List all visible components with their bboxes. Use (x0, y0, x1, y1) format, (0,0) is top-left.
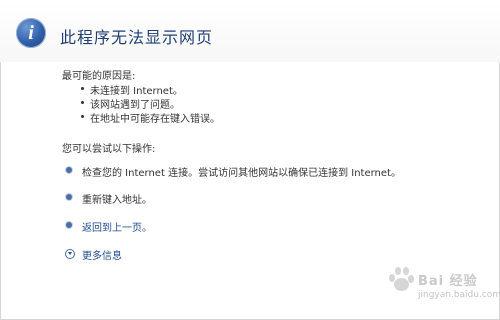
bullet-icon (81, 87, 84, 90)
bullet-icon (66, 194, 72, 200)
reason-item: 该网站遇到了问题。 (90, 100, 180, 111)
action-item: 重新键入地址。 (82, 195, 152, 206)
reason-item: 未连接到 Internet。 (90, 86, 183, 97)
info-icon: i (16, 18, 46, 48)
action-item: 检查您的 Internet 连接。尝试访问其他网站以确保已连接到 Interne… (82, 168, 401, 179)
bullet-icon (81, 115, 84, 118)
go-back-link[interactable]: 返回到上一页。 (82, 219, 152, 234)
bullet-icon (81, 101, 84, 104)
bullet-icon (66, 222, 72, 228)
more-info-link[interactable]: 更多信息 (82, 247, 122, 262)
expand-icon[interactable] (65, 249, 75, 259)
error-header: i 此程序无法显示网页 (0, 0, 500, 62)
actions-heading: 您可以尝试以下操作: (62, 144, 156, 155)
reasons-heading: 最可能的原因是: (62, 71, 136, 82)
bullet-icon (66, 167, 72, 173)
baidu-paw-icon (388, 266, 414, 292)
reason-item: 在地址中可能存在键入错误。 (90, 114, 220, 125)
watermark-text: Bai 经验 (418, 274, 478, 289)
watermark-sub: jingyan.baidu.com (418, 290, 500, 300)
baidu-watermark: Bai 经验 jingyan.baidu.com (378, 264, 500, 312)
page-title: 此程序无法显示网页 (60, 28, 214, 47)
